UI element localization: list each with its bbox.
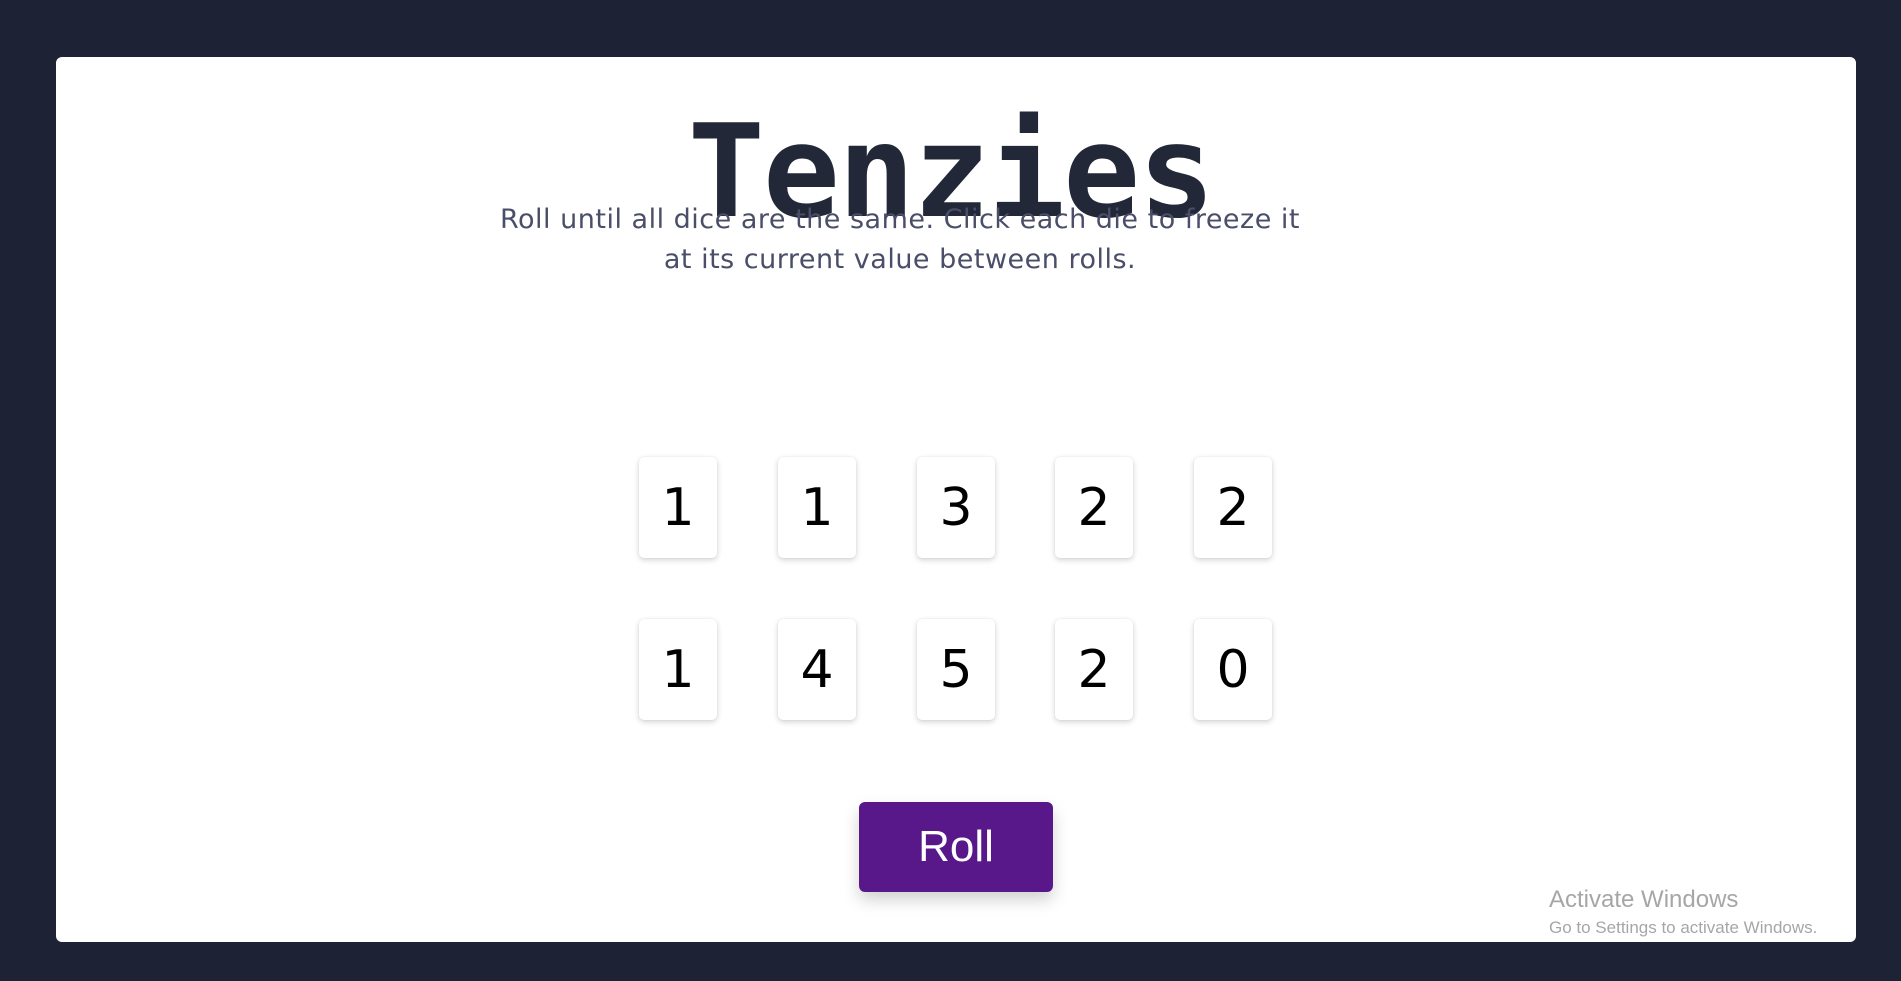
die-6[interactable]: 1 bbox=[639, 619, 717, 720]
die-1[interactable]: 1 bbox=[639, 457, 717, 558]
die-5[interactable]: 2 bbox=[1194, 457, 1272, 558]
die-9[interactable]: 2 bbox=[1055, 619, 1133, 720]
roll-button[interactable]: Roll bbox=[859, 802, 1053, 892]
watermark-subtitle: Go to Settings to activate Windows. bbox=[1549, 918, 1818, 937]
die-4[interactable]: 2 bbox=[1055, 457, 1133, 558]
instructions-text: Roll until all dice are the same. Click … bbox=[499, 204, 1300, 275]
watermark-title: Activate Windows bbox=[1549, 886, 1739, 913]
die-7[interactable]: 4 bbox=[778, 619, 856, 720]
die-2[interactable]: 1 bbox=[778, 457, 856, 558]
die-3[interactable]: 3 bbox=[917, 457, 995, 558]
activate-windows-watermark: Activate Windows Go to Settings to activ… bbox=[1549, 885, 1817, 940]
die-10[interactable]: 0 bbox=[1194, 619, 1272, 720]
die-8[interactable]: 5 bbox=[917, 619, 995, 720]
